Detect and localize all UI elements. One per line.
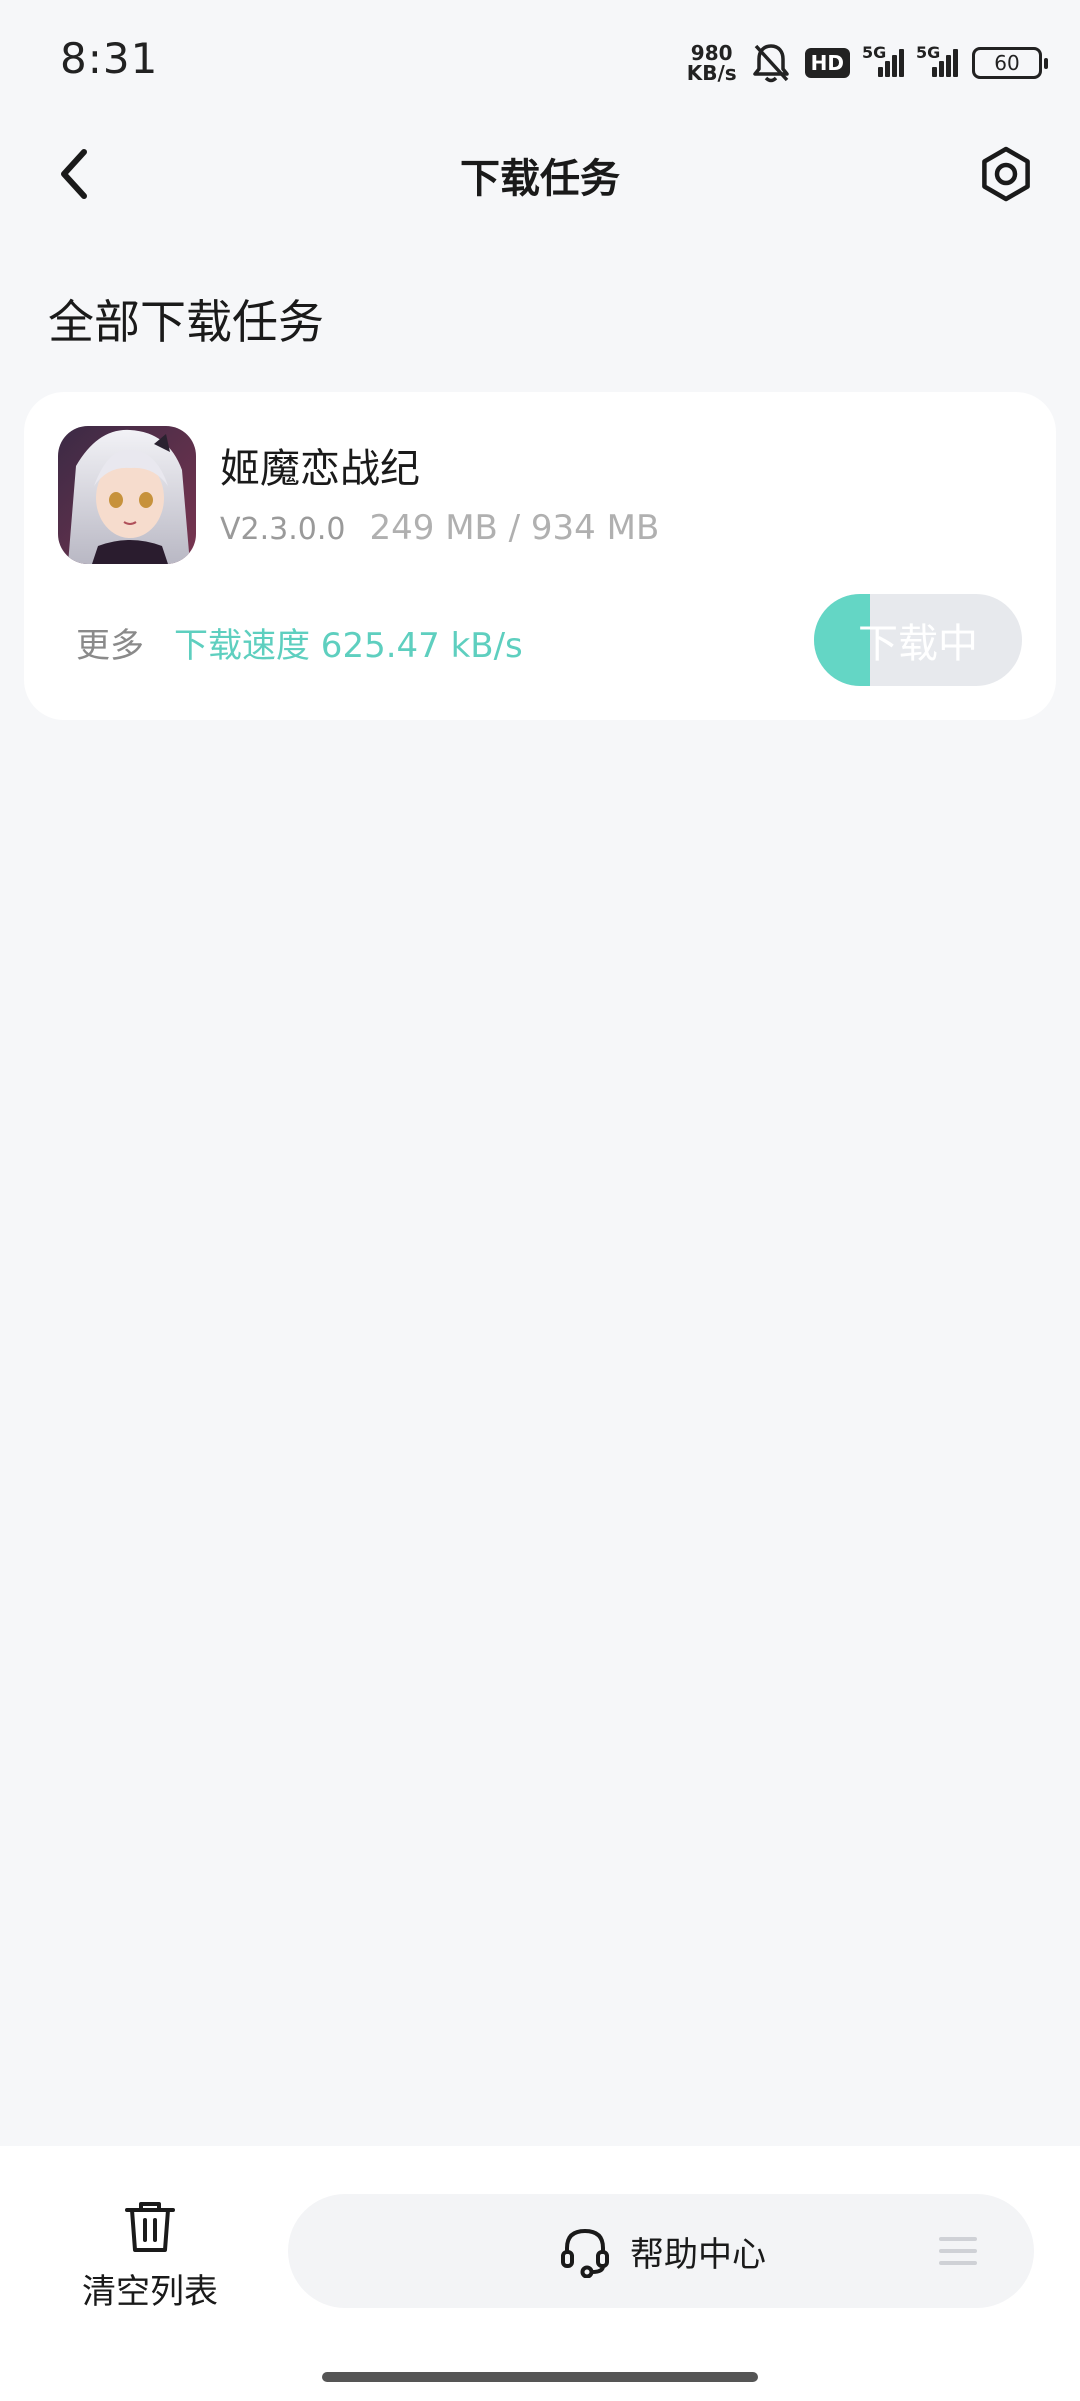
downloading-button[interactable]: 下载中 [814, 594, 1022, 686]
status-icons: 980 KB/s HD 5G 5G 60 [687, 38, 1048, 88]
download-speed: 下载速度 625.47 kB/s [174, 626, 523, 666]
bell-muted-icon [752, 44, 789, 83]
status-bar: 8:31 980 KB/s HD 5G 5G 60 [0, 0, 1080, 124]
download-size: 249 MB / 934 MB [369, 508, 660, 548]
menu-icon[interactable] [938, 2234, 978, 2268]
trash-icon [125, 2202, 175, 2252]
settings-button[interactable] [976, 144, 1036, 204]
network-speed: 980 KB/s [687, 43, 737, 83]
hd-voice-badge: HD [804, 48, 850, 78]
page-title: 下载任务 [460, 156, 620, 202]
app-name: 姬魔恋战纪 [220, 446, 420, 492]
signal-5g-icon: 5G [916, 43, 958, 77]
network-speed-value: 980 [690, 41, 733, 65]
help-center-label: 帮助中心 [630, 2234, 766, 2275]
app-meta: V2.3.0.0 249 MB / 934 MB [220, 508, 659, 548]
home-indicator[interactable] [322, 2372, 758, 2382]
headset-icon [561, 2228, 609, 2278]
battery-level: 60 [994, 51, 1020, 75]
help-center-button[interactable]: 帮助中心 [288, 2194, 1034, 2308]
app-version: V2.3.0.0 [220, 512, 346, 547]
network-speed-unit: KB/s [686, 61, 737, 85]
gear-icon [982, 146, 1030, 202]
download-task-card[interactable]: 姬魔恋战纪 V2.3.0.0 249 MB / 934 MB 更多 下载速度 6… [24, 392, 1056, 720]
section-title: 全部下载任务 [48, 295, 324, 349]
clear-list-button[interactable]: 清空列表 [70, 2198, 230, 2328]
bottom-action-bar: 清空列表 帮助中心 [0, 2146, 1080, 2401]
more-button[interactable]: 更多 [76, 618, 144, 667]
navigation-bar: 下载任务 [0, 124, 1080, 224]
battery-icon: 60 [972, 47, 1048, 79]
signal-5g-icon: 5G [862, 43, 904, 77]
clear-list-label: 清空列表 [82, 2272, 218, 2312]
downloading-label: 下载中 [858, 621, 978, 667]
app-icon [58, 426, 196, 564]
status-time: 8:31 [60, 34, 159, 83]
